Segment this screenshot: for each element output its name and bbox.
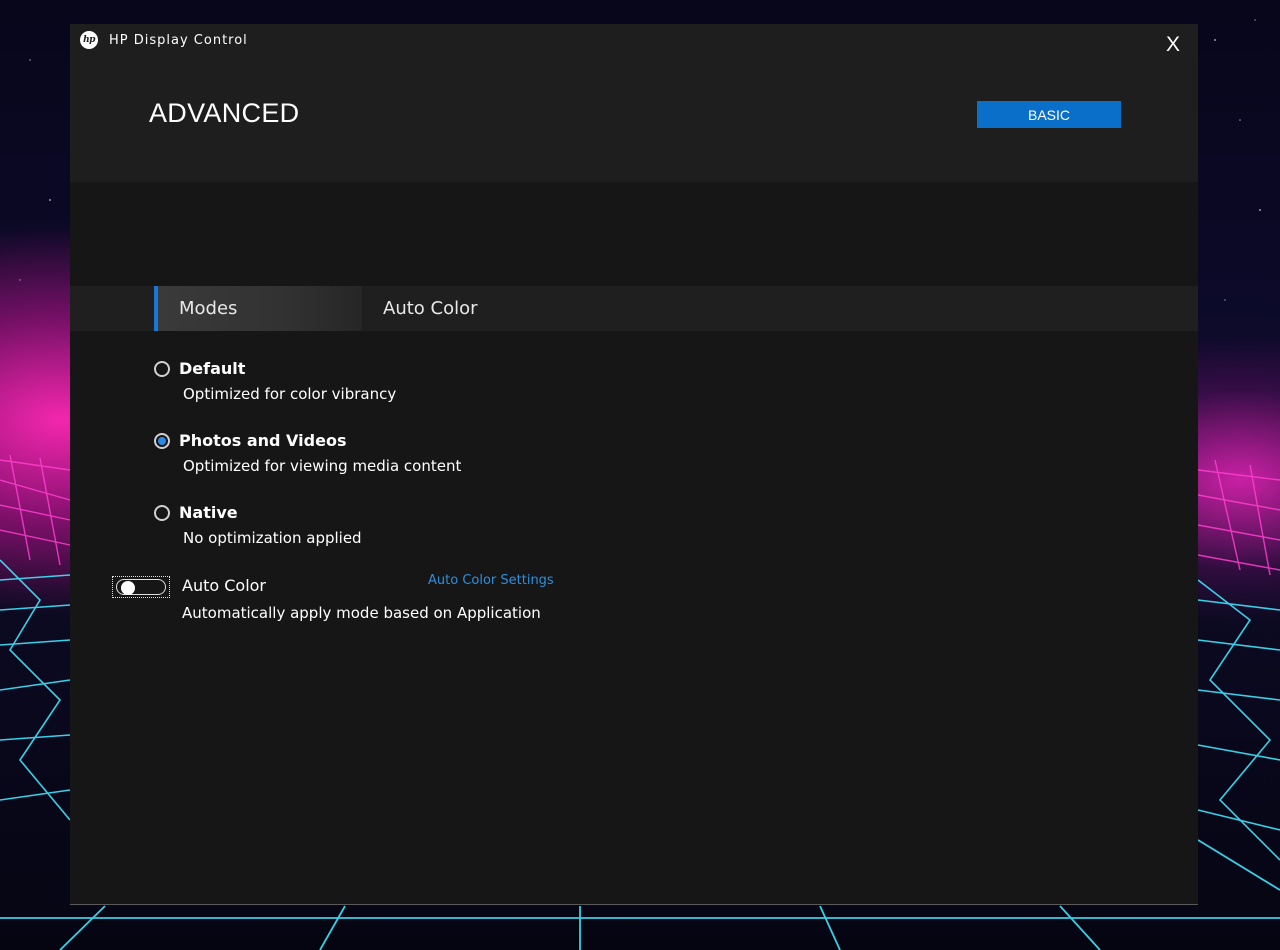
mode-native-description: No optimization applied — [183, 529, 362, 547]
mode-option-default: Default Optimized for color vibrancy — [154, 359, 396, 403]
tab-modes[interactable]: Modes — [154, 286, 362, 331]
mode-photos-videos-description: Optimized for viewing media content — [183, 457, 462, 475]
mode-default-radio-row[interactable]: Default — [154, 359, 396, 378]
page-title: ADVANCED — [149, 98, 300, 128]
toggle-knob — [121, 581, 135, 595]
mode-default-radio[interactable] — [154, 360, 170, 377]
tab-bar: Modes Auto Color — [70, 286, 1198, 331]
auto-color-label: Auto Color — [182, 576, 267, 595]
app-title: HP Display Control — [109, 32, 248, 48]
hp-logo-icon: hp — [80, 31, 98, 49]
auto-color-toggle[interactable] — [112, 576, 170, 598]
tab-auto-color[interactable]: Auto Color — [383, 286, 583, 331]
close-icon: X — [1165, 33, 1180, 56]
mode-photos-videos-radio-row[interactable]: Photos and Videos — [154, 431, 461, 450]
auto-color-description: Automatically apply mode based on Applic… — [182, 604, 541, 622]
window-header: hp HP Display Control X ADVANCED BASIC — [70, 24, 1198, 182]
title-bar: hp HP Display Control — [80, 28, 248, 52]
mode-native-radio-row[interactable]: Native — [154, 503, 362, 522]
mode-default-label: Default — [179, 359, 246, 378]
mode-option-native: Native No optimization applied — [154, 503, 362, 547]
auto-color-settings-link[interactable]: Auto Color Settings — [428, 573, 554, 588]
mode-default-description: Optimized for color vibrancy — [183, 385, 397, 403]
mode-native-radio[interactable] — [154, 504, 170, 521]
mode-option-photos-videos: Photos and Videos Optimized for viewing … — [154, 431, 461, 475]
toggle-track — [116, 579, 166, 595]
mode-photos-videos-label: Photos and Videos — [179, 431, 347, 450]
mode-native-label: Native — [179, 503, 238, 522]
close-button[interactable]: X — [1160, 32, 1186, 58]
basic-button[interactable]: BASIC — [977, 101, 1121, 128]
mode-photos-videos-radio[interactable] — [154, 432, 170, 449]
app-window: hp HP Display Control X ADVANCED BASIC M… — [70, 24, 1198, 905]
